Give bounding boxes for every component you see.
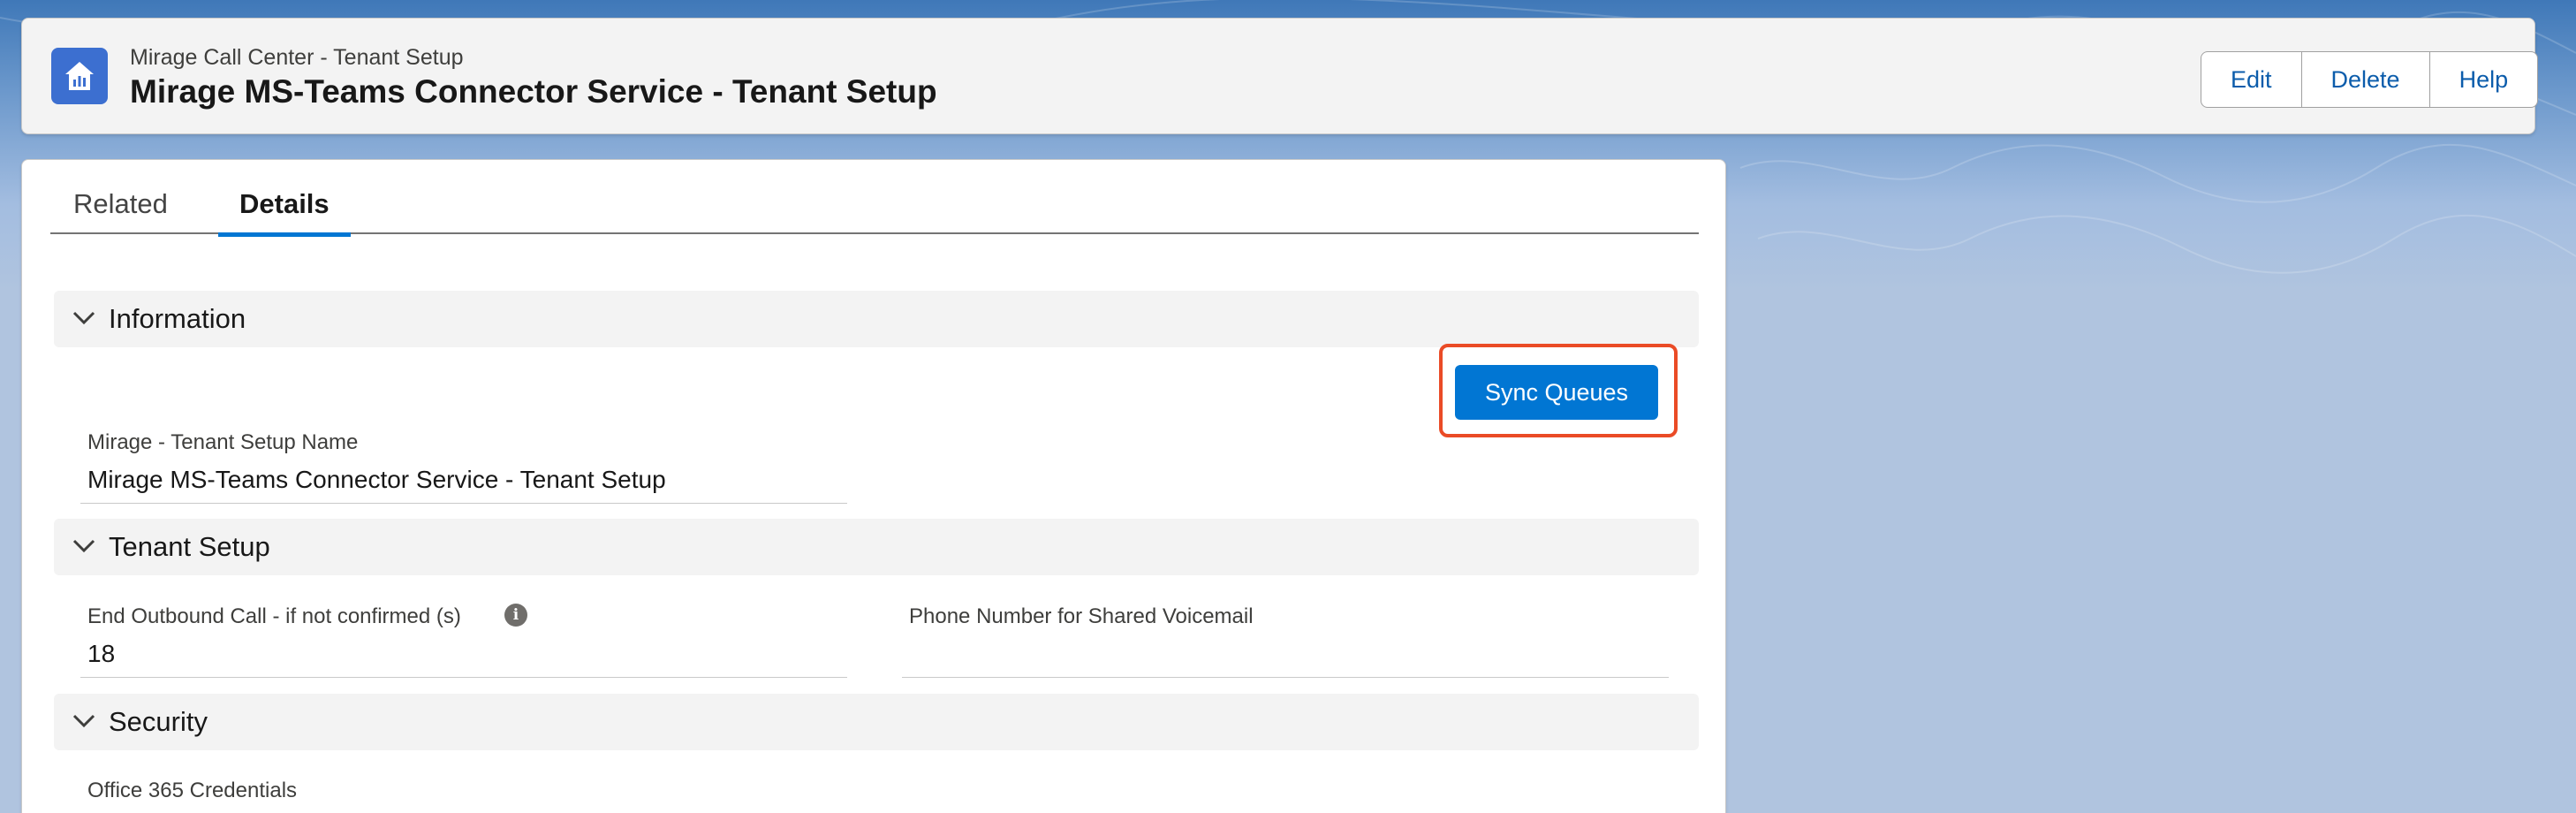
record-header: Mirage Call Center - Tenant Setup Mirage…	[21, 18, 2539, 134]
chevron-down-icon	[72, 714, 95, 728]
chevron-down-icon	[72, 539, 95, 553]
section-information-header[interactable]: Information	[54, 291, 1699, 347]
header-action-group: Edit Delete Help	[2201, 51, 2539, 108]
section-tenant-setup-label: Tenant Setup	[109, 531, 270, 562]
tab-details[interactable]: Details	[218, 186, 351, 237]
help-button[interactable]: Help	[2430, 52, 2538, 107]
tenant-setup-name-label: Mirage - Tenant Setup Name	[87, 430, 359, 454]
office-365-credentials-label: Office 365 Credentials	[87, 779, 298, 802]
section-information-label: Information	[109, 303, 246, 334]
page-title: Mirage MS-Teams Connector Service - Tena…	[130, 73, 937, 110]
home-chart-icon	[51, 48, 108, 104]
shared-voicemail-label: Phone Number for Shared Voicemail	[909, 604, 1254, 628]
sync-queues-button[interactable]: Sync Queues	[1455, 365, 1658, 420]
tenant-setup-name-value: Mirage MS-Teams Connector Service - Tena…	[87, 466, 666, 493]
record-detail-card: Related Details Information Sync Queues …	[21, 159, 1726, 813]
tab-bar: Related Details	[50, 186, 1699, 237]
section-tenant-setup-header[interactable]: Tenant Setup	[54, 519, 1699, 575]
tab-related[interactable]: Related	[73, 186, 168, 234]
field-divider	[80, 503, 847, 504]
end-outbound-call-label: End Outbound Call - if not confirmed (s)	[87, 604, 461, 628]
section-security-label: Security	[109, 706, 208, 737]
object-type-label: Mirage Call Center - Tenant Setup	[130, 45, 464, 70]
info-icon[interactable]: i	[504, 604, 527, 627]
field-divider	[902, 677, 1669, 678]
field-divider	[80, 677, 847, 678]
edit-button[interactable]: Edit	[2201, 52, 2302, 107]
chevron-down-icon	[72, 311, 95, 325]
end-outbound-call-value: 18	[87, 640, 116, 667]
delete-button[interactable]: Delete	[2302, 52, 2430, 107]
sync-queues-highlight: Sync Queues	[1439, 344, 1678, 437]
section-security-header[interactable]: Security	[54, 694, 1699, 750]
